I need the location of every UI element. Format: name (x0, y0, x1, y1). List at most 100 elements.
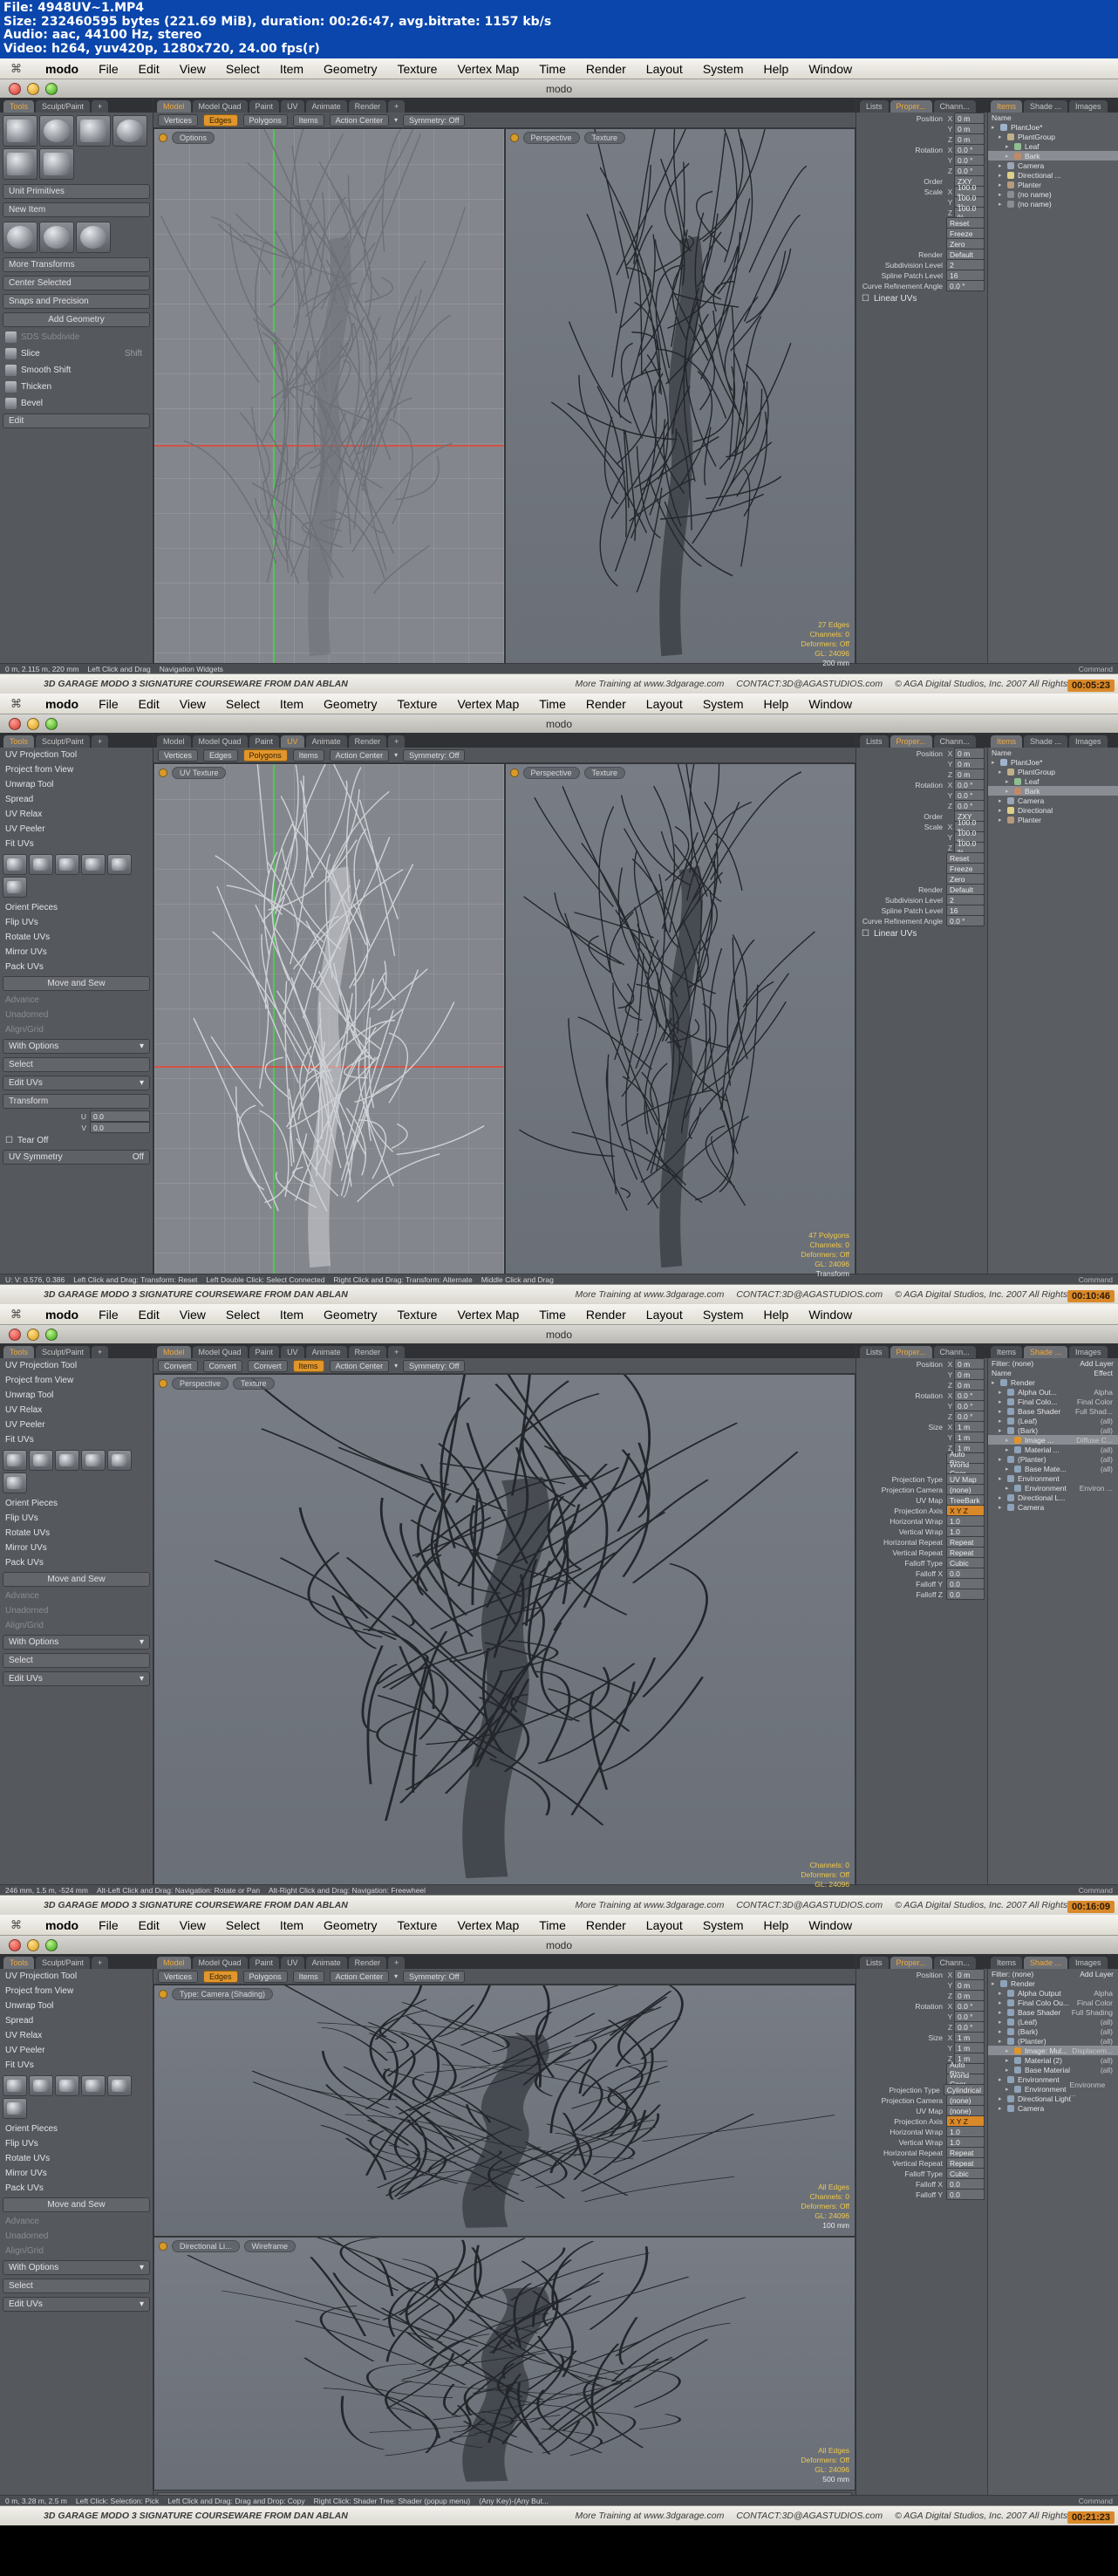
disclosure-triangle-icon[interactable]: ▸ (1006, 143, 1011, 150)
menu-item-item[interactable]: Item (280, 62, 303, 76)
mode-button-vertices[interactable]: Vertices (158, 1970, 199, 1983)
center-selected-label[interactable]: Center Selected (3, 276, 150, 290)
mode-button-polygons[interactable]: Polygons (242, 1970, 288, 1983)
menu-item-file[interactable]: File (99, 1918, 119, 1932)
menu-item-view[interactable]: View (180, 1918, 206, 1932)
viewport-viewport_right[interactable]: Perspective Texture 47 Polygons Channels: 0… (504, 763, 856, 1285)
spread-item[interactable]: Spread (0, 2013, 153, 2028)
mode-button-convert[interactable]: Convert (248, 1359, 288, 1372)
item-list-row[interactable]: ▸ Camera (988, 796, 1118, 805)
shader-tree-row[interactable]: ▸ Environment (988, 1473, 1118, 1483)
item-list-row[interactable]: ▸ Planter (988, 180, 1118, 189)
disclosure-triangle-icon[interactable]: ▸ (999, 133, 1004, 140)
menu-item-window[interactable]: Window (808, 1308, 852, 1322)
menu-item-vertex-map[interactable]: Vertex Map (457, 1918, 519, 1932)
menu-item-item[interactable]: Item (280, 1308, 303, 1322)
disclosure-triangle-icon[interactable]: ▸ (992, 759, 997, 766)
tab-items-2-images[interactable]: Images (1069, 1346, 1108, 1358)
menu-item-edit[interactable]: Edit (139, 62, 160, 76)
menu-item-vertex-map[interactable]: Vertex Map (457, 1308, 519, 1322)
shader-tree-row[interactable]: ▸ (Leaf) (all) (988, 1416, 1118, 1425)
symmetry-dropdown[interactable]: Symmetry: Off (403, 1970, 466, 1983)
linear-uvs-checkbox[interactable]: ☐ Linear UVs (856, 291, 987, 306)
uv-sew-icon[interactable] (107, 854, 132, 875)
symmetry-dropdown[interactable]: Symmetry: Off (403, 1359, 466, 1372)
uv-relax-item[interactable]: UV Relax (0, 807, 153, 822)
item-list-row[interactable]: ▸ PlantJoe* (988, 122, 1118, 132)
menu-item-view[interactable]: View (180, 697, 206, 711)
viewport-view-dropdown[interactable]: Perspective (172, 1377, 229, 1390)
viewport-viewport_left[interactable]: Options (153, 128, 505, 674)
tab-props-2-chann-[interactable]: Chann... (933, 1346, 976, 1358)
add-layer-button[interactable]: Add Layer (1080, 1359, 1118, 1368)
tab-center-3-render[interactable]: Render (348, 1957, 387, 1969)
mode-button-items[interactable]: Items (292, 113, 324, 126)
tab-left-2--[interactable]: + (92, 1346, 109, 1358)
shader-tree-row[interactable]: ▸ Alpha Output Alpha (988, 1988, 1118, 1998)
menu-brand-modo[interactable]: modo (45, 697, 78, 711)
move-and-sew-label[interactable]: Move and Sew (3, 976, 150, 991)
shader-tree-row[interactable]: ▸ Image ... Diffuse C... (988, 1435, 1118, 1445)
disclosure-triangle-icon[interactable]: ▸ (999, 172, 1004, 179)
disclosure-triangle-icon[interactable]: ▸ (999, 1398, 1004, 1405)
viewport-view-dropdown[interactable]: Perspective (522, 132, 580, 144)
menu-item-layout[interactable]: Layout (646, 1918, 683, 1932)
edit-uvs-dropdown[interactable]: Edit UVs ▾ (3, 1076, 150, 1090)
viewport-view-dropdown[interactable]: Perspective (522, 767, 580, 779)
unadorned-item[interactable]: Unadorned (0, 2229, 153, 2244)
disclosure-triangle-icon[interactable]: ▸ (999, 1504, 1004, 1511)
chevron-down-icon[interactable]: ▾ (394, 751, 398, 759)
align-grid-item[interactable]: Align/Grid (0, 1618, 153, 1633)
tab-left-3--[interactable]: + (92, 1957, 109, 1969)
disclosure-triangle-icon[interactable]: ▸ (999, 1456, 1004, 1463)
menu-item-time[interactable]: Time (539, 1918, 566, 1932)
sds-subdivide-item[interactable]: SDS Subdivide (0, 329, 153, 345)
menu-item-layout[interactable]: Layout (646, 62, 683, 76)
menu-item-time[interactable]: Time (539, 62, 566, 76)
menu-item-file[interactable]: File (99, 697, 119, 711)
item-list-row[interactable]: ▸ (no name) (988, 189, 1118, 199)
shader-tree-row[interactable]: ▸ (Planter) (all) (988, 1454, 1118, 1464)
tab-props-2-lists[interactable]: Lists (860, 1346, 889, 1358)
select-section-label[interactable]: Select (3, 1057, 150, 1072)
tab-center-2-render[interactable]: Render (348, 1346, 387, 1358)
advance-item[interactable]: Advance (0, 993, 153, 1008)
texture-property-value[interactable]: 0.0 (946, 1589, 985, 1600)
tab-props-3-proper-[interactable]: Proper... (890, 1957, 932, 1969)
menu-item-render[interactable]: Render (586, 1918, 626, 1932)
shader-tree-row[interactable]: ▸ Base Shader Full Shad... (988, 1406, 1118, 1416)
viewport-view-dropdown[interactable]: Directional Li... (172, 2240, 240, 2252)
viewport-menu-dot-icon[interactable] (159, 133, 167, 142)
shader-filter-dropdown[interactable]: Filter: (none) (992, 1970, 1033, 1978)
chevron-down-icon[interactable]: ▾ (394, 116, 398, 124)
uv-rotate-icon[interactable] (29, 2075, 53, 2096)
tab-items-2-items[interactable]: Items (991, 1346, 1023, 1358)
shader-tree-row[interactable]: ▸ Camera (988, 1502, 1118, 1512)
menu-item-geometry[interactable]: Geometry (324, 62, 377, 76)
tab-items-0-items[interactable]: Items (991, 100, 1023, 113)
menu-item-item[interactable]: Item (280, 1918, 303, 1932)
viewport-menu-dot-icon[interactable] (159, 1379, 167, 1388)
flip-uvs-item[interactable]: Flip UVs (0, 1511, 153, 1526)
uv-flip-icon[interactable] (81, 854, 106, 875)
menu-item-texture[interactable]: Texture (398, 62, 438, 76)
tube-tool[interactable] (3, 148, 37, 180)
disclosure-triangle-icon[interactable]: ▸ (1006, 2047, 1011, 2054)
uv-projection-tool-item[interactable]: UV Projection Tool (0, 1358, 153, 1373)
disclosure-triangle-icon[interactable]: ▸ (999, 1999, 1004, 2006)
orient-pieces-item[interactable]: Orient Pieces (0, 900, 153, 915)
uv-pack-icon[interactable] (3, 877, 27, 898)
more-transforms-label[interactable]: More Transforms (3, 257, 150, 272)
select-section-label[interactable]: Select (3, 1653, 150, 1668)
menu-item-file[interactable]: File (99, 1308, 119, 1322)
menu-item-render[interactable]: Render (586, 1308, 626, 1322)
tab-items-3-shade-[interactable]: Shade ... (1024, 1957, 1068, 1969)
smooth-shift-item[interactable]: Smooth Shift (0, 362, 153, 379)
shader-tree-row[interactable]: ▸ (Bark) (all) (988, 1425, 1118, 1435)
item-list-row[interactable]: ▸ Directional ... (988, 170, 1118, 180)
uv-peeler-item[interactable]: UV Peeler (0, 1418, 153, 1432)
move-tool[interactable] (3, 222, 37, 253)
disclosure-triangle-icon[interactable]: ▸ (999, 1418, 1004, 1425)
menu-item-help[interactable]: Help (764, 697, 789, 711)
tab-left-3-tools[interactable]: Tools (3, 1957, 35, 1969)
